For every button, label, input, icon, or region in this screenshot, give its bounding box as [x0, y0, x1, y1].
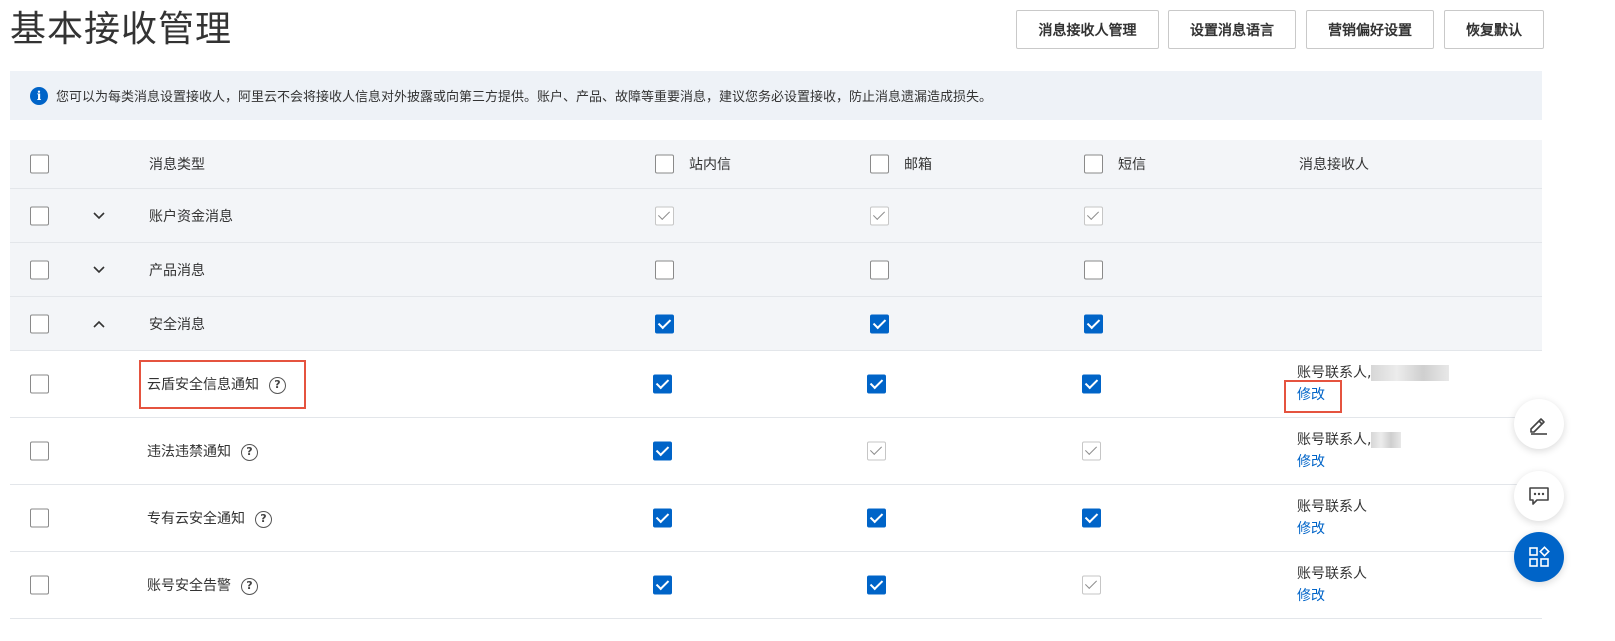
- group-checkbox[interactable]: [30, 206, 49, 225]
- column-header-receiver: 消息接收人: [1299, 157, 1369, 173]
- edit-icon: [1530, 418, 1547, 435]
- message-type-label: 专有云安全通知?: [147, 508, 272, 528]
- receiver-cell: 账号联系人, 修改: [1297, 429, 1402, 473]
- column-header-inbox: 站内信: [689, 157, 731, 173]
- inbox-checkbox[interactable]: [653, 374, 672, 394]
- receiver-management-button[interactable]: 消息接收人管理: [1016, 10, 1159, 49]
- table-row: 专有云安全通知? 账号联系人 修改: [10, 485, 1542, 552]
- email-all-checkbox[interactable]: [870, 154, 889, 174]
- marketing-preferences-button[interactable]: 营销偏好设置: [1306, 10, 1434, 49]
- email-checkbox[interactable]: [870, 260, 889, 279]
- email-checkbox[interactable]: [870, 314, 889, 333]
- floating-apps-button[interactable]: [1514, 532, 1564, 582]
- row-checkbox[interactable]: [30, 441, 49, 461]
- help-icon[interactable]: ?: [269, 376, 286, 394]
- edit-receiver-link[interactable]: 修改: [1297, 585, 1325, 607]
- sms-all-checkbox[interactable]: [1084, 154, 1103, 174]
- help-icon[interactable]: ?: [241, 443, 258, 461]
- apps-icon: [1529, 546, 1550, 567]
- sms-checkbox[interactable]: [1084, 260, 1103, 279]
- sms-checkbox[interactable]: [1082, 441, 1101, 461]
- sms-checkbox[interactable]: [1082, 374, 1101, 394]
- select-all-checkbox[interactable]: [30, 154, 49, 174]
- chevron-down-icon[interactable]: [92, 263, 106, 277]
- inbox-checkbox[interactable]: [653, 575, 672, 595]
- email-checkbox[interactable]: [867, 441, 886, 461]
- inbox-checkbox[interactable]: [655, 260, 674, 279]
- table-row: 账号安全告警? 账号联系人 修改: [10, 552, 1542, 619]
- table-row: 云盾安全信息通知? 账号联系人, 修改: [10, 351, 1542, 418]
- sms-checkbox[interactable]: [1082, 508, 1101, 528]
- receiver-name: 账号联系人: [1297, 499, 1367, 515]
- restore-default-button[interactable]: 恢复默认: [1444, 10, 1544, 49]
- edit-receiver-link[interactable]: 修改: [1297, 451, 1325, 473]
- message-language-button[interactable]: 设置消息语言: [1168, 10, 1296, 49]
- floating-chat-button[interactable]: [1514, 471, 1564, 521]
- row-checkbox[interactable]: [30, 374, 49, 394]
- inbox-checkbox[interactable]: [653, 441, 672, 461]
- chevron-down-icon[interactable]: [92, 209, 106, 223]
- email-checkbox[interactable]: [870, 206, 889, 225]
- column-header-email: 邮箱: [904, 157, 932, 173]
- message-type-label: 云盾安全信息通知?: [147, 374, 286, 394]
- help-icon[interactable]: ?: [255, 510, 272, 528]
- sms-checkbox[interactable]: [1084, 314, 1103, 333]
- inbox-checkbox[interactable]: [655, 314, 674, 333]
- group-row-account-funds: 账户资金消息: [10, 189, 1542, 243]
- chat-icon: [1529, 487, 1549, 505]
- sms-checkbox[interactable]: [1082, 575, 1101, 595]
- row-checkbox[interactable]: [30, 575, 49, 595]
- edit-receiver-link[interactable]: 修改: [1297, 384, 1325, 406]
- receiver-cell: 账号联系人 修改: [1297, 563, 1367, 607]
- group-row-product: 产品消息: [10, 243, 1542, 297]
- masked-receiver: [1371, 432, 1402, 448]
- notice-text: 您可以为每类消息设置接收人，阿里云不会将接收人信息对外披露或向第三方提供。账户、…: [56, 90, 993, 105]
- message-type-label: 违法违禁通知?: [147, 441, 258, 461]
- inbox-checkbox[interactable]: [653, 508, 672, 528]
- masked-receiver: [1371, 365, 1450, 381]
- receiver-name: 账号联系人: [1297, 566, 1367, 582]
- group-label: 安全消息: [149, 316, 205, 333]
- receiver-cell: 账号联系人, 修改: [1297, 362, 1450, 406]
- sms-checkbox[interactable]: [1084, 206, 1103, 225]
- column-header-type: 消息类型: [149, 157, 205, 173]
- email-checkbox[interactable]: [867, 575, 886, 595]
- group-checkbox[interactable]: [30, 314, 49, 333]
- group-checkbox[interactable]: [30, 260, 49, 279]
- inbox-checkbox[interactable]: [655, 206, 674, 225]
- group-label: 产品消息: [149, 262, 205, 279]
- row-checkbox[interactable]: [30, 508, 49, 528]
- chevron-up-icon[interactable]: [92, 317, 106, 331]
- group-row-security: 安全消息: [10, 297, 1542, 351]
- page-title: 基本接收管理: [10, 9, 233, 50]
- message-table: 消息类型 站内信 邮箱 短信 消息接收人 账户资金消息 产品消息 安全消息 云盾…: [10, 140, 1542, 619]
- help-icon[interactable]: ?: [241, 577, 258, 595]
- table-header-row: 消息类型 站内信 邮箱 短信 消息接收人: [10, 140, 1542, 189]
- receiver-name: 账号联系人,: [1297, 432, 1372, 448]
- column-header-sms: 短信: [1118, 157, 1146, 173]
- info-icon: i: [30, 86, 48, 105]
- floating-edit-button[interactable]: [1514, 399, 1564, 449]
- email-checkbox[interactable]: [867, 508, 886, 528]
- group-label: 账户资金消息: [149, 208, 233, 225]
- edit-receiver-link[interactable]: 修改: [1297, 518, 1325, 540]
- email-checkbox[interactable]: [867, 374, 886, 394]
- receiver-cell: 账号联系人 修改: [1297, 496, 1367, 540]
- message-type-label: 账号安全告警?: [147, 575, 258, 595]
- table-row: 违法违禁通知? 账号联系人, 修改: [10, 418, 1542, 485]
- receiver-name: 账号联系人,: [1297, 365, 1372, 381]
- info-notice: i 您可以为每类消息设置接收人，阿里云不会将接收人信息对外披露或向第三方提供。账…: [10, 71, 1542, 120]
- inbox-all-checkbox[interactable]: [655, 154, 674, 174]
